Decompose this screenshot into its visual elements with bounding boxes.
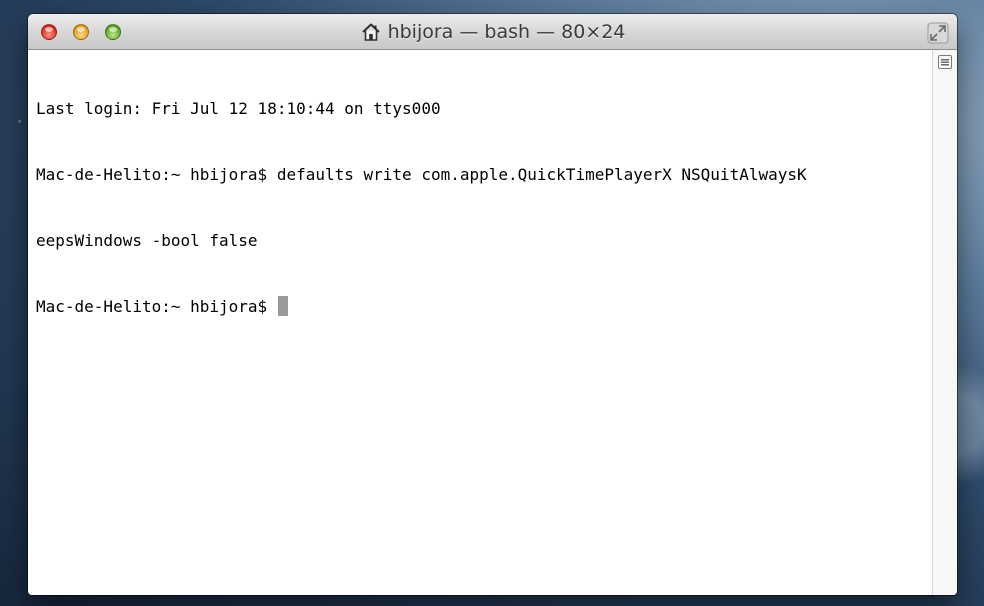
split-view-icon[interactable] <box>937 54 953 70</box>
terminal-prompt-line: Mac-de-Helito:~ hbijora$ <box>36 296 807 318</box>
text-cursor <box>277 296 288 316</box>
terminal-window: hbijora — bash — 80×24 Last login: Fri J… <box>28 14 957 595</box>
title-bar[interactable]: hbijora — bash — 80×24 <box>28 14 957 50</box>
terminal-output: Last login: Fri Jul 12 18:10:44 on ttys0… <box>36 54 807 362</box>
vertical-scrollbar[interactable] <box>932 50 957 595</box>
terminal-prompt: Mac-de-Helito:~ hbijora$ <box>36 297 277 316</box>
window-title: hbijora — bash — 80×24 <box>387 21 626 43</box>
window-title-group: hbijora — bash — 80×24 <box>28 14 957 50</box>
terminal-content[interactable]: Last login: Fri Jul 12 18:10:44 on ttys0… <box>28 50 932 595</box>
terminal-line: Last login: Fri Jul 12 18:10:44 on ttys0… <box>36 99 441 118</box>
fullscreen-icon[interactable] <box>927 22 949 44</box>
home-icon[interactable] <box>360 21 382 43</box>
terminal-line: eepsWindows -bool false <box>36 231 258 250</box>
terminal-line: Mac-de-Helito:~ hbijora$ defaults write … <box>36 165 807 184</box>
